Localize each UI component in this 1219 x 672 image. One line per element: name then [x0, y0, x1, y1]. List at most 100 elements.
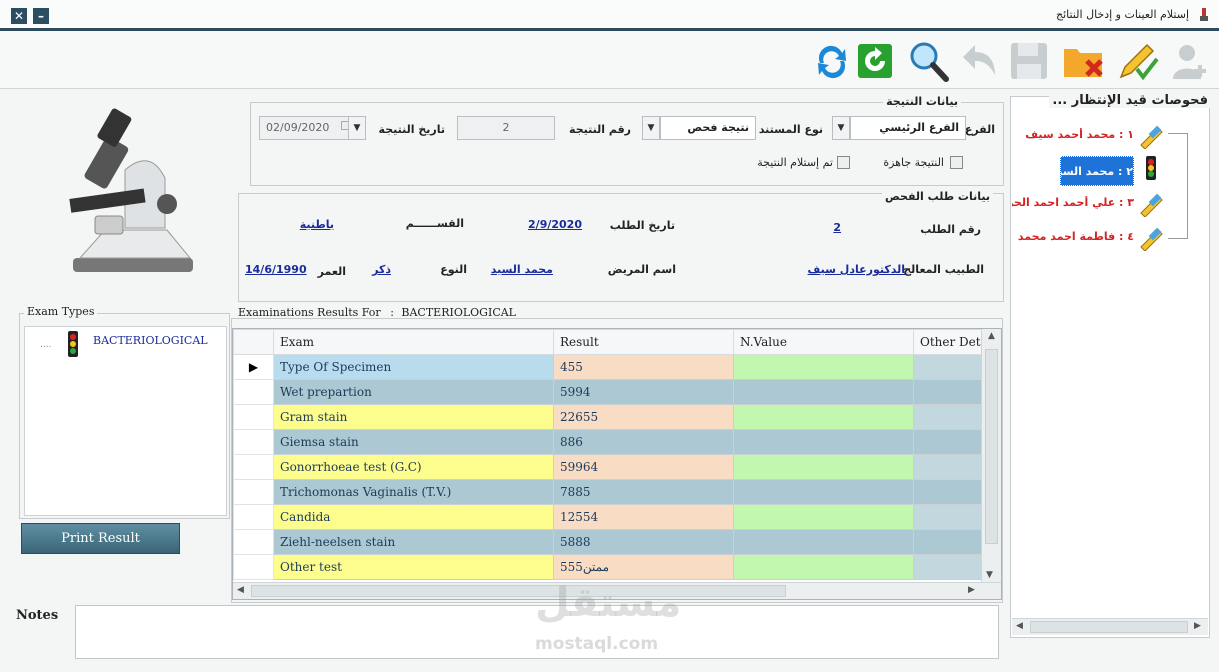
- exam-cell[interactable]: Trichomonas Vaginalis (T.V.): [273, 479, 554, 505]
- results-grid[interactable]: Exam Result N.Value Other Deta ▶ Type Of …: [232, 328, 1002, 600]
- nvalue-cell[interactable]: [733, 379, 914, 405]
- row-selector[interactable]: [233, 454, 274, 480]
- nvalue-cell[interactable]: [733, 554, 914, 580]
- result-cell[interactable]: 7885: [553, 479, 734, 505]
- scroll-left-button[interactable]: ◀: [237, 585, 244, 595]
- save-icon[interactable]: [1006, 38, 1052, 84]
- exam-cell[interactable]: Giemsa stain: [273, 429, 554, 455]
- scroll-right-button[interactable]: ▶: [968, 585, 975, 595]
- table-row[interactable]: Wet prepartion 5994: [233, 379, 990, 405]
- user-icon[interactable]: [1166, 38, 1212, 84]
- vertical-scroll-thumb[interactable]: [985, 349, 998, 544]
- row-selector[interactable]: [233, 379, 274, 405]
- pending-item[interactable]: ١ : محمد أحمد سيف: [1012, 125, 1172, 149]
- nvalue-cell[interactable]: [733, 354, 914, 380]
- result-cell[interactable]: 5888: [553, 529, 734, 555]
- other-details-cell[interactable]: [913, 454, 990, 480]
- pending-item[interactable]: ٣ : علي أحمد احمد الحرازي: [1012, 193, 1172, 217]
- result-data-title: بيانات النتيجة: [883, 95, 961, 108]
- nvalue-cell[interactable]: [733, 454, 914, 480]
- row-selector[interactable]: [233, 479, 274, 505]
- table-row[interactable]: Gram stain 22655: [233, 404, 990, 430]
- exam-types-tree[interactable]: [24, 326, 227, 516]
- nvalue-cell[interactable]: [733, 479, 914, 505]
- microscope-image: [69, 108, 193, 272]
- undo-icon[interactable]: [956, 38, 1002, 84]
- row-selector[interactable]: ▶: [233, 354, 274, 380]
- pending-scroll-right[interactable]: ▶: [1194, 621, 1201, 631]
- nvalue-cell[interactable]: [733, 504, 914, 530]
- print-result-button[interactable]: Print Result: [21, 523, 180, 554]
- close-window-button[interactable]: ✕: [11, 8, 27, 24]
- table-row[interactable]: Gonorrhoeae test (G.C) 59964: [233, 454, 990, 480]
- other-details-cell[interactable]: [913, 554, 990, 580]
- result-number-field[interactable]: 2: [457, 116, 555, 140]
- result-cell[interactable]: 12554: [553, 504, 734, 530]
- nvalue-cell[interactable]: [733, 404, 914, 430]
- search-icon[interactable]: [905, 38, 951, 84]
- pending-item[interactable]: ٢ : محمد السيد: [1012, 156, 1172, 186]
- refresh-icon[interactable]: [809, 38, 855, 84]
- row-selector[interactable]: [233, 404, 274, 430]
- pending-item[interactable]: ٤ : فاطمة احمد محمد: [1012, 227, 1172, 251]
- other-details-cell[interactable]: [913, 404, 990, 430]
- branch-dropdown-button[interactable]: ▼: [832, 116, 850, 140]
- reload-icon[interactable]: [852, 38, 898, 84]
- row-selector[interactable]: [233, 429, 274, 455]
- vertical-scrollbar[interactable]: ▲ ▼: [981, 329, 1001, 582]
- column-header-nvalue[interactable]: N.Value: [733, 329, 914, 355]
- exam-type-item[interactable]: BACTERIOLOGICAL: [93, 334, 208, 347]
- delete-folder-icon[interactable]: [1060, 38, 1106, 84]
- column-header-exam[interactable]: Exam: [273, 329, 554, 355]
- row-selector[interactable]: [233, 554, 274, 580]
- age-value: 14/6/1990: [245, 263, 307, 276]
- result-cell[interactable]: 5994: [553, 379, 734, 405]
- table-row[interactable]: Giemsa stain 886: [233, 429, 990, 455]
- test-tube-brush-icon: [1140, 125, 1163, 149]
- scroll-down-button[interactable]: ▼: [986, 570, 993, 580]
- row-selector[interactable]: [233, 504, 274, 530]
- date-dropdown-button[interactable]: ▼: [348, 116, 366, 140]
- exam-cell[interactable]: Wet prepartion: [273, 379, 554, 405]
- minimize-window-button[interactable]: –: [33, 8, 49, 24]
- other-details-cell[interactable]: [913, 429, 990, 455]
- scroll-up-button[interactable]: ▲: [982, 331, 1001, 341]
- other-details-cell[interactable]: [913, 529, 990, 555]
- doc-type-dropdown-button[interactable]: ▼: [642, 116, 660, 140]
- pending-scroll-thumb[interactable]: [1030, 621, 1188, 633]
- other-details-cell[interactable]: [913, 379, 990, 405]
- result-cell[interactable]: 59964: [553, 454, 734, 480]
- branch-select[interactable]: الفرع الرئيسي: [850, 116, 966, 140]
- pending-horizontal-scrollbar[interactable]: ◀ ▶: [1012, 618, 1208, 635]
- table-row[interactable]: Trichomonas Vaginalis (T.V.) 7885: [233, 479, 990, 505]
- other-details-cell[interactable]: [913, 479, 990, 505]
- table-row[interactable]: ▶ Type Of Specimen 455: [233, 354, 990, 380]
- exam-cell[interactable]: Gram stain: [273, 404, 554, 430]
- result-ready-checkbox[interactable]: [950, 156, 963, 169]
- table-row[interactable]: Ziehl-neelsen stain 5888: [233, 529, 990, 555]
- result-cell[interactable]: 555ممتن: [553, 554, 734, 580]
- table-row[interactable]: Candida 12554: [233, 504, 990, 530]
- other-details-cell[interactable]: [913, 354, 990, 380]
- exam-cell[interactable]: Type Of Specimen: [273, 354, 554, 380]
- horizontal-scroll-thumb[interactable]: [251, 585, 786, 597]
- request-date-label: تاريخ الطلب: [609, 219, 675, 232]
- exam-cell[interactable]: Gonorrhoeae test (G.C): [273, 454, 554, 480]
- column-header-result[interactable]: Result: [553, 329, 734, 355]
- exam-cell[interactable]: Other test: [273, 554, 554, 580]
- nvalue-cell[interactable]: [733, 429, 914, 455]
- result-received-checkbox[interactable]: [837, 156, 850, 169]
- doc-type-select[interactable]: نتيجة فحص: [660, 116, 756, 140]
- row-selector[interactable]: [233, 529, 274, 555]
- result-cell[interactable]: 886: [553, 429, 734, 455]
- pending-scroll-left[interactable]: ◀: [1016, 621, 1023, 631]
- exam-cell[interactable]: Ziehl-neelsen stain: [273, 529, 554, 555]
- table-row[interactable]: Other test 555ممتن: [233, 554, 990, 580]
- other-details-cell[interactable]: [913, 504, 990, 530]
- column-header-other[interactable]: Other Deta: [913, 329, 990, 355]
- nvalue-cell[interactable]: [733, 529, 914, 555]
- exam-cell[interactable]: Candida: [273, 504, 554, 530]
- result-cell[interactable]: 455: [553, 354, 734, 380]
- result-cell[interactable]: 22655: [553, 404, 734, 430]
- edit-icon[interactable]: [1114, 38, 1160, 84]
